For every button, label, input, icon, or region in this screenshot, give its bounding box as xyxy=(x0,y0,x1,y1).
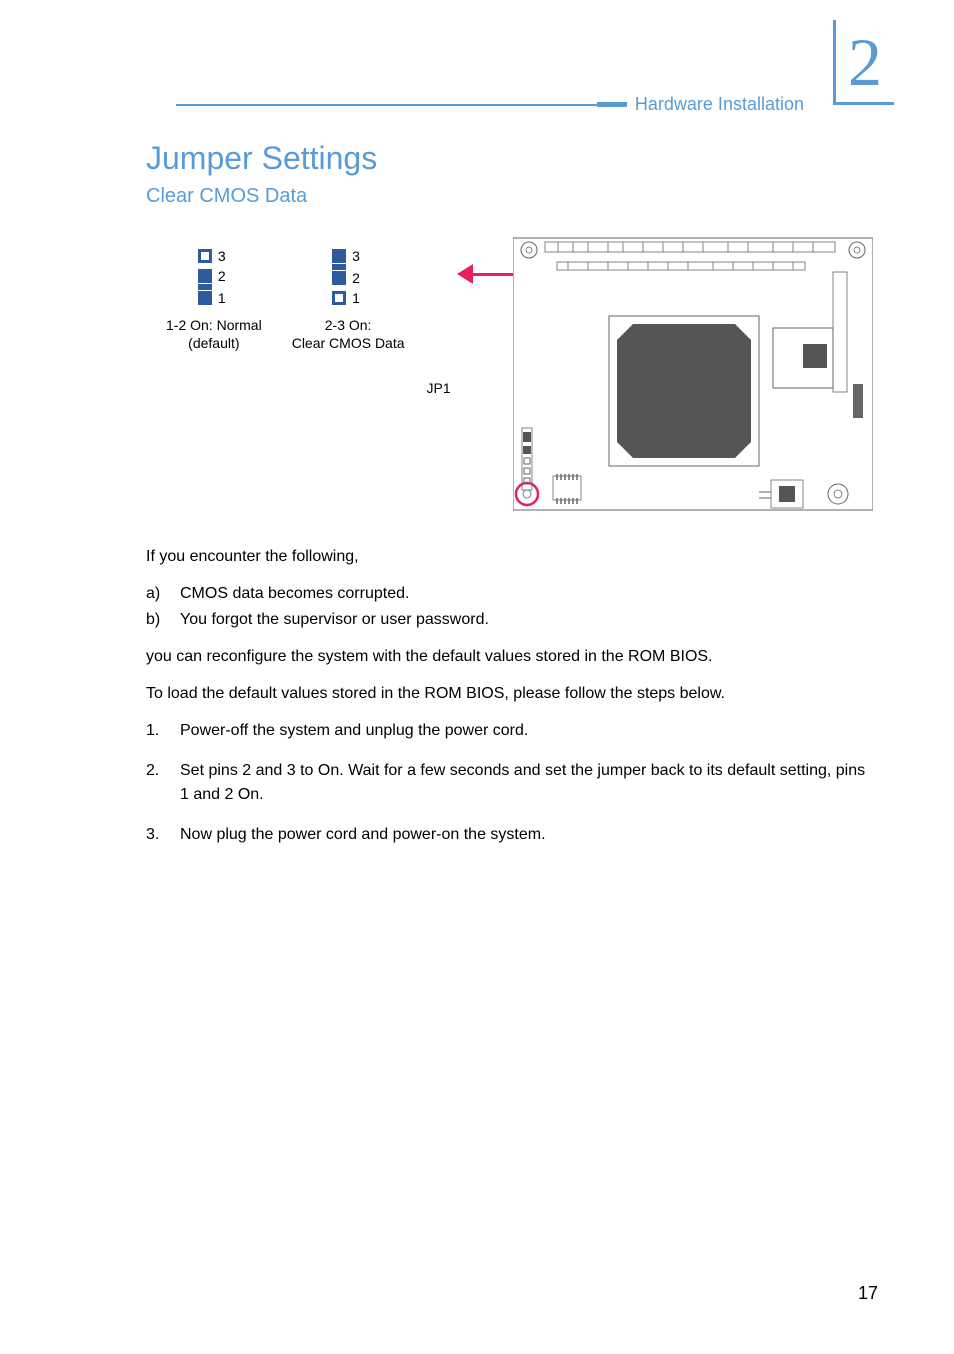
pin-3-open xyxy=(198,249,212,263)
marker-2: 2. xyxy=(146,759,180,807)
pin-label-2: 2 xyxy=(352,270,364,286)
jumper-normal-caption: 1-2 On: Normal (default) xyxy=(166,316,262,352)
pin-label-1: 1 xyxy=(352,290,364,306)
condition-a: a) CMOS data becomes corrupted. xyxy=(146,582,878,606)
marker-1: 1. xyxy=(146,719,180,743)
reconfigure-text: you can reconfigure the system with the … xyxy=(146,646,878,668)
pin-1-filled xyxy=(198,291,212,305)
caption-line-1: 1-2 On: Normal xyxy=(166,316,262,334)
condition-a-text: CMOS data becomes corrupted. xyxy=(180,582,409,606)
marker-3: 3. xyxy=(146,823,180,847)
motherboard-diagram xyxy=(513,228,873,518)
pin-label-3: 3 xyxy=(218,248,230,264)
jumper-clear-pins: 1 2 3 xyxy=(292,248,405,306)
step-1-text: Power-off the system and unplug the powe… xyxy=(180,719,528,743)
steps-list: 1. Power-off the system and unplug the p… xyxy=(146,719,878,847)
steps-intro: To load the default values stored in the… xyxy=(146,683,878,705)
pin-3-filled xyxy=(332,249,346,263)
pin-label-1: 1 xyxy=(218,290,230,306)
arrow-line xyxy=(473,273,513,276)
pin-2-filled xyxy=(198,269,212,283)
step-3-text: Now plug the power cord and power-on the… xyxy=(180,823,546,847)
pin-2-filled xyxy=(332,271,346,285)
jumper-diagram-row: 1 2 3 1-2 On: Normal (default) 1 2 xyxy=(166,228,878,518)
caption-line-2: Clear CMOS Data xyxy=(292,334,405,352)
page-title: Jumper Settings xyxy=(146,140,878,177)
pin-label-3: 3 xyxy=(352,248,364,264)
condition-b-text: You forgot the supervisor or user passwo… xyxy=(180,608,489,632)
caption-line-2: (default) xyxy=(166,334,262,352)
jp1-label: JP1 xyxy=(427,380,451,396)
condition-b: b) You forgot the supervisor or user pas… xyxy=(146,608,878,632)
jumper-clear-caption: 2-3 On: Clear CMOS Data xyxy=(292,316,405,352)
pin-label-2: 2 xyxy=(218,268,230,284)
step-1: 1. Power-off the system and unplug the p… xyxy=(146,719,878,743)
jumper-normal: 1 2 3 1-2 On: Normal (default) xyxy=(166,248,262,352)
marker-b: b) xyxy=(146,608,180,632)
intro-text: If you encounter the following, xyxy=(146,546,878,568)
arrow-head-icon xyxy=(457,264,473,284)
step-3: 3. Now plug the power cord and power-on … xyxy=(146,823,878,847)
conditions-list: a) CMOS data becomes corrupted. b) You f… xyxy=(146,582,878,632)
callout-arrow xyxy=(457,264,513,284)
jumper-clear: 1 2 3 2-3 On: Clear CMOS Data xyxy=(292,248,405,352)
jumper-normal-pins: 1 2 3 xyxy=(166,248,262,306)
marker-a: a) xyxy=(146,582,180,606)
caption-line-1: 2-3 On: xyxy=(292,316,405,334)
pin-1-open xyxy=(332,291,346,305)
page-subtitle: Clear CMOS Data xyxy=(146,185,878,208)
step-2-text: Set pins 2 and 3 to On. Wait for a few s… xyxy=(180,759,878,807)
step-2: 2. Set pins 2 and 3 to On. Wait for a fe… xyxy=(146,759,878,807)
page-number: 17 xyxy=(858,1283,878,1304)
